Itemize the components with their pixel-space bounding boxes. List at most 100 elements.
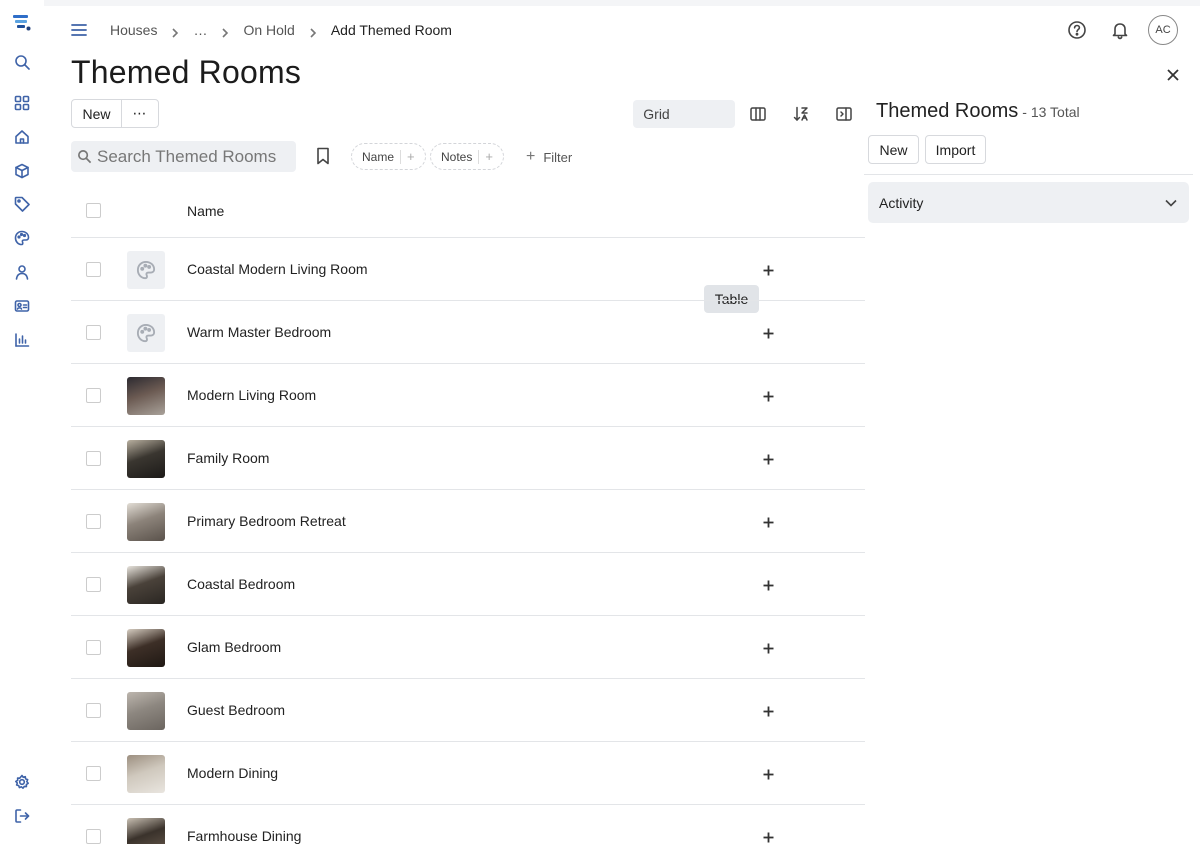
activity-accordion[interactable]: Activity xyxy=(868,182,1189,223)
app-logo[interactable] xyxy=(12,12,32,32)
page-title: Themed Rooms xyxy=(71,54,302,90)
header-actions: AC xyxy=(1049,15,1178,45)
row-checkbox[interactable] xyxy=(86,262,101,277)
bookmark-icon[interactable] xyxy=(313,146,333,166)
add-icon[interactable] xyxy=(760,640,776,656)
help-icon[interactable] xyxy=(1062,15,1092,45)
home-icon[interactable] xyxy=(12,127,32,147)
add-icon[interactable] xyxy=(760,451,776,467)
import-button[interactable]: Import xyxy=(925,135,986,164)
new-button[interactable]: New xyxy=(72,100,122,127)
plus-icon: + xyxy=(485,149,493,164)
search-icon xyxy=(78,150,92,164)
room-thumbnail[interactable] xyxy=(127,377,165,415)
add-icon[interactable] xyxy=(760,766,776,782)
chevron-down-icon xyxy=(1165,199,1177,207)
filter-label: Filter xyxy=(543,149,573,165)
room-name[interactable]: Farmhouse Dining xyxy=(187,828,301,844)
chip-notes[interactable]: Notes + xyxy=(430,143,504,170)
table-row[interactable]: Coastal Bedroom xyxy=(71,553,865,616)
table-row[interactable]: Modern Dining xyxy=(71,742,865,805)
row-checkbox[interactable] xyxy=(86,640,101,655)
sort-icon[interactable] xyxy=(790,103,812,125)
room-name[interactable]: Primary Bedroom Retreat xyxy=(187,513,346,529)
room-thumbnail[interactable] xyxy=(127,629,165,667)
reports-chart-icon[interactable] xyxy=(12,330,32,350)
notifications-bell-icon[interactable] xyxy=(1105,15,1135,45)
row-checkbox[interactable] xyxy=(86,703,101,718)
activity-label: Activity xyxy=(879,194,924,211)
row-checkbox[interactable] xyxy=(86,514,101,529)
room-thumbnail[interactable] xyxy=(127,755,165,793)
search-input[interactable] xyxy=(97,146,287,167)
room-thumbnail[interactable] xyxy=(127,818,165,844)
plus-icon: + xyxy=(526,148,536,165)
chevron-right-icon xyxy=(220,25,230,38)
room-name[interactable]: Coastal Bedroom xyxy=(187,576,295,592)
room-name[interactable]: Modern Living Room xyxy=(187,387,316,403)
room-name[interactable]: Coastal Modern Living Room xyxy=(187,261,368,277)
table-row[interactable]: Warm Master Bedroom xyxy=(71,301,865,364)
logout-icon[interactable] xyxy=(12,806,32,826)
room-name[interactable]: Modern Dining xyxy=(187,765,278,781)
palette-icon[interactable] xyxy=(12,228,32,248)
add-icon[interactable] xyxy=(760,388,776,404)
breadcrumb-item-on-hold[interactable]: On Hold xyxy=(243,22,294,38)
room-name[interactable]: Glam Bedroom xyxy=(187,639,281,655)
row-checkbox[interactable] xyxy=(86,766,101,781)
left-rail xyxy=(0,0,44,844)
more-actions-button[interactable]: ⋯ xyxy=(122,100,158,127)
table-row[interactable]: Primary Bedroom Retreat xyxy=(71,490,865,553)
table-row[interactable]: Coastal Modern Living Room xyxy=(71,238,865,301)
row-checkbox[interactable] xyxy=(86,829,101,844)
add-icon[interactable] xyxy=(760,325,776,341)
settings-gear-icon[interactable] xyxy=(12,772,32,792)
table-body: Coastal Modern Living Room Warm Master Be… xyxy=(71,238,865,844)
table-row[interactable]: Glam Bedroom xyxy=(71,616,865,679)
view-grid-option[interactable]: Grid xyxy=(633,100,680,128)
toggle-side-panel-icon[interactable] xyxy=(833,103,855,125)
select-all-checkbox[interactable] xyxy=(86,203,101,218)
row-checkbox[interactable] xyxy=(86,577,101,592)
add-icon[interactable] xyxy=(760,703,776,719)
close-panel-icon[interactable] xyxy=(1163,65,1183,85)
search-icon[interactable] xyxy=(12,52,32,72)
chevron-right-icon xyxy=(170,25,180,38)
chip-name-label: Name xyxy=(362,149,395,164)
row-checkbox[interactable] xyxy=(86,451,101,466)
hamburger-menu-icon[interactable] xyxy=(68,19,90,41)
table-row[interactable]: Guest Bedroom xyxy=(71,679,865,742)
room-thumbnail[interactable] xyxy=(127,503,165,541)
room-name[interactable]: Warm Master Bedroom xyxy=(187,324,331,340)
room-thumbnail[interactable] xyxy=(127,440,165,478)
view-toggle: Table Grid xyxy=(633,100,759,313)
dashboard-icon[interactable] xyxy=(12,93,32,113)
add-icon[interactable] xyxy=(760,577,776,593)
tag-icon[interactable] xyxy=(12,194,32,214)
room-thumbnail[interactable] xyxy=(127,566,165,604)
table-row[interactable]: Modern Living Room xyxy=(71,364,865,427)
table-row[interactable]: Family Room xyxy=(71,427,865,490)
column-header-name[interactable]: Name xyxy=(187,203,224,219)
add-icon[interactable] xyxy=(760,514,776,530)
contact-card-icon[interactable] xyxy=(12,296,32,316)
chip-name[interactable]: Name + xyxy=(351,143,426,170)
filter-button[interactable]: + Filter xyxy=(526,148,572,166)
table-row[interactable]: Farmhouse Dining xyxy=(71,805,865,844)
breadcrumb-item-more[interactable]: … xyxy=(193,22,207,38)
room-thumbnail[interactable] xyxy=(127,692,165,730)
person-icon[interactable] xyxy=(12,262,32,282)
room-name[interactable]: Guest Bedroom xyxy=(187,702,285,718)
palette-placeholder-icon[interactable] xyxy=(127,251,165,289)
room-name[interactable]: Family Room xyxy=(187,450,269,466)
panel-new-button[interactable]: New xyxy=(868,135,919,164)
row-checkbox[interactable] xyxy=(86,325,101,340)
breadcrumb-item-houses[interactable]: Houses xyxy=(110,22,157,38)
row-checkbox[interactable] xyxy=(86,388,101,403)
user-avatar[interactable]: AC xyxy=(1148,15,1178,45)
columns-icon[interactable] xyxy=(747,103,769,125)
add-icon[interactable] xyxy=(760,262,776,278)
palette-placeholder-icon[interactable] xyxy=(127,314,165,352)
add-icon[interactable] xyxy=(760,829,776,844)
box-icon[interactable] xyxy=(12,161,32,181)
